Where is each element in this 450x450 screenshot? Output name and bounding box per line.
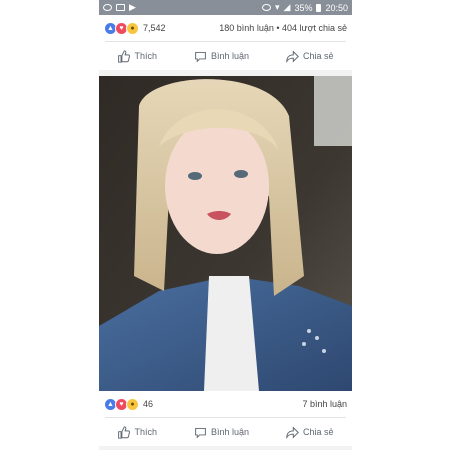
reactions-summary[interactable]: ▲ ♥ ● 7,542	[104, 21, 166, 35]
status-left-icons: ▶	[99, 2, 136, 13]
battery-icon	[316, 3, 322, 12]
comment-button[interactable]: Bình luận	[194, 50, 249, 63]
comment-icon	[195, 51, 206, 63]
post-photo[interactable]	[99, 76, 352, 391]
wifi-icon: ▾	[275, 2, 280, 12]
like-button[interactable]: Thích	[117, 425, 157, 439]
photo-illustration	[99, 76, 352, 391]
like-button[interactable]: Thích	[117, 49, 157, 63]
post-footer-top: ▲ ♥ ● 7,542 180 bình luận • 404 lượt chi…	[99, 15, 352, 70]
share-label: Chia sẻ	[302, 51, 334, 61]
comment-icon	[195, 427, 206, 439]
comments-count: 180 bình luận	[219, 23, 274, 33]
share-icon	[286, 49, 299, 63]
reactions-summary-bottom[interactable]: ▲ ♥ ● 46	[104, 397, 154, 411]
comments-summary-bottom[interactable]: 7 bình luận	[302, 399, 347, 409]
share-button[interactable]: Chia sẻ	[286, 49, 334, 63]
wow-reaction-icon: ●	[126, 397, 139, 411]
comment-share-summary[interactable]: 180 bình luận • 404 lượt chia sẻ	[219, 23, 347, 33]
status-bar: ▶ ▾ ◢ 35% 20:50	[99, 0, 352, 15]
thumbs-up-icon	[118, 425, 131, 439]
share-label: Chia sẻ	[302, 427, 334, 437]
comment-button[interactable]: Bình luận	[194, 426, 249, 439]
share-button[interactable]: Chia sẻ	[286, 425, 334, 439]
phone-screen: ▶ ▾ ◢ 35% 20:50 ▲ ♥ ● 7,542 180 bình luậ…	[99, 0, 352, 450]
status-right-icons: ▾ ◢ 35% 20:50	[262, 2, 352, 13]
signal-icon: ◢	[283, 2, 291, 12]
action-bar-bottom: Thích Bình luận Chia sẻ	[99, 418, 352, 446]
wow-reaction-icon: ●	[126, 21, 139, 35]
post-stats-top: ▲ ♥ ● 7,542 180 bình luận • 404 lượt chi…	[99, 15, 352, 41]
comment-label: Bình luận	[210, 427, 249, 437]
stats-separator: •	[276, 23, 280, 33]
comments-count: 7 bình luận	[302, 399, 347, 409]
like-label: Thích	[134, 427, 157, 437]
thumbs-up-icon	[118, 49, 131, 63]
clock: 20:50	[325, 2, 348, 13]
action-bar-top: Thích Bình luận Chia sẻ	[99, 42, 352, 70]
gamepad-icon	[103, 4, 112, 11]
reaction-count: 46	[143, 399, 154, 409]
sd-card-icon	[116, 4, 125, 11]
alarm-icon	[262, 4, 271, 11]
post-footer-bottom: ▲ ♥ ● 46 7 bình luận Thích Bình luận Chi…	[99, 391, 352, 446]
shares-count: 404 lượt chia sẻ	[282, 23, 347, 33]
like-label: Thích	[134, 51, 157, 61]
comment-label: Bình luận	[210, 51, 249, 61]
battery-percent: 35%	[294, 2, 313, 13]
share-icon	[286, 425, 299, 439]
reaction-count: 7,542	[143, 23, 166, 33]
play-store-icon: ▶	[129, 2, 136, 12]
post-stats-bottom: ▲ ♥ ● 46 7 bình luận	[99, 391, 352, 417]
